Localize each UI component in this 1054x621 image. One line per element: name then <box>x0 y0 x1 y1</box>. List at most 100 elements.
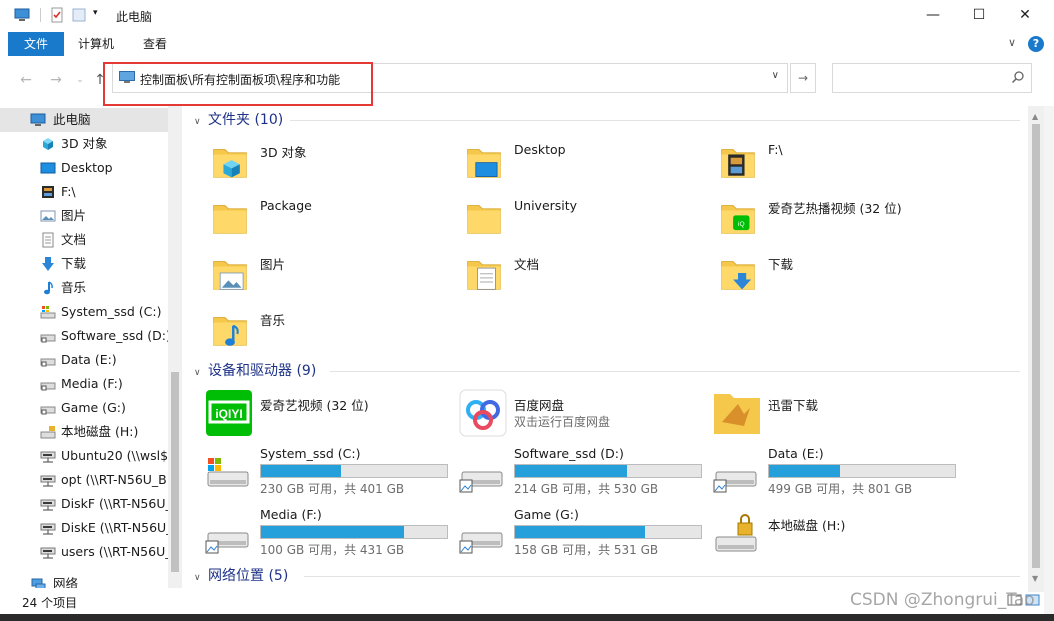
sidebar-item[interactable]: 网络 <box>0 572 168 588</box>
tab-file[interactable]: 文件 <box>8 32 64 56</box>
folder-label: 爱奇艺热播视频 (32 位) <box>768 201 902 216</box>
sidebar-item-label: 此电脑 <box>53 112 91 127</box>
content-scrollbar[interactable]: ▲ ▼ <box>1028 106 1044 592</box>
app-item[interactable]: 百度网盘 双击运行百度网盘 <box>442 388 692 444</box>
scroll-up-icon[interactable]: ▲ <box>1032 112 1038 121</box>
folder-item[interactable]: 3D 对象 <box>188 136 438 188</box>
sidebar-item[interactable]: 文档 <box>0 228 168 252</box>
drive-item[interactable]: Software_ssd (D:) 214 GB 可用，共 530 GB <box>442 446 702 502</box>
close-button[interactable]: ✕ <box>1002 0 1048 32</box>
forward-button[interactable]: → <box>46 70 66 90</box>
sidebar-item[interactable]: 图片 <box>0 204 168 228</box>
sidebar-item[interactable]: System_ssd (C:) <box>0 300 168 324</box>
drive-item[interactable]: 本地磁盘 (H:) <box>696 507 946 563</box>
properties-icon[interactable] <box>49 7 65 23</box>
drive-item[interactable]: Game (G:) 158 GB 可用，共 531 GB <box>442 507 702 563</box>
folder-label: 图片 <box>260 257 286 272</box>
window-title: 此电脑 <box>116 10 153 24</box>
group-folders-title: 文件夹 (10) <box>208 112 284 128</box>
sidebar-scrollbar[interactable] <box>168 106 182 588</box>
tab-computer[interactable]: 计算机 <box>64 32 128 56</box>
network-icon <box>30 576 46 588</box>
sidebar-item[interactable]: F:\ <box>0 180 168 204</box>
drive-item[interactable]: System_ssd (C:) 230 GB 可用，共 401 GB <box>188 446 448 502</box>
drive-item[interactable]: Data (E:) 499 GB 可用，共 801 GB <box>696 446 956 502</box>
drive-usage-fill <box>515 526 646 538</box>
app-item[interactable]: 迅雷下载 <box>696 388 946 444</box>
folder-item[interactable]: 图片 <box>188 248 438 300</box>
sidebar-item[interactable]: Data (E:) <box>0 348 168 372</box>
drive-label: Software_ssd (D:) <box>514 446 624 461</box>
go-button[interactable]: → <box>790 63 816 93</box>
drive-usage-bar <box>514 525 702 539</box>
content-scroll-thumb[interactable] <box>1032 124 1040 568</box>
tab-view[interactable]: 查看 <box>129 32 181 56</box>
folder-item[interactable]: 文档 <box>442 248 692 300</box>
computer-icon[interactable] <box>14 7 30 23</box>
quick-access-dropdown[interactable]: ▾ <box>93 8 98 18</box>
drive-label: System_ssd (C:) <box>260 446 361 461</box>
sidebar-item[interactable]: 音乐 <box>0 276 168 300</box>
group-network-header[interactable]: ∨ 网络位置 (5) <box>194 564 288 588</box>
drive-space-text: 230 GB 可用，共 401 GB <box>260 482 405 496</box>
folder-item[interactable]: iQ 爱奇艺热播视频 (32 位) <box>696 192 946 244</box>
drive-label: Media (F:) <box>260 507 322 522</box>
search-input[interactable] <box>832 63 1032 93</box>
folder-item[interactable]: Package <box>188 192 438 244</box>
iqiyi-app-icon: iQIYI <box>204 388 254 436</box>
group-devices-header[interactable]: ∨ 设备和驱动器 (9) <box>194 359 316 383</box>
scroll-down-icon[interactable]: ▼ <box>1032 574 1038 583</box>
ribbon-expand-icon[interactable]: ∨ <box>1008 36 1016 49</box>
drive-space-text: 499 GB 可用，共 801 GB <box>768 482 913 496</box>
system-drive-icon <box>40 304 56 320</box>
folder-item[interactable]: Desktop <box>442 136 692 188</box>
sidebar-item[interactable]: DiskE (\\RT-N56U_ <box>0 516 168 540</box>
sidebar-item[interactable]: opt (\\RT-N56U_B1 <box>0 468 168 492</box>
sidebar-item[interactable]: Media (F:) <box>0 372 168 396</box>
back-button[interactable]: ← <box>16 70 36 90</box>
desktop-icon <box>40 160 56 176</box>
chevron-down-icon: ∨ <box>194 573 201 583</box>
drive-space-text: 214 GB 可用，共 530 GB <box>514 482 659 496</box>
sidebar-item[interactable]: 本地磁盘 (H:) <box>0 420 168 444</box>
folder-item[interactable]: F:\ <box>696 136 946 188</box>
sidebar-item[interactable]: Ubuntu20 (\\wsl$) <box>0 444 168 468</box>
recent-locations-dropdown[interactable]: ⌄ <box>70 70 90 90</box>
drive-usage-bar <box>260 464 448 478</box>
sidebar-item[interactable]: 3D 对象 <box>0 132 168 156</box>
sidebar-scroll-thumb[interactable] <box>171 372 179 572</box>
sidebar-item[interactable]: DiskF (\\RT-N56U_ <box>0 492 168 516</box>
folder-item[interactable]: 下载 <box>696 248 946 300</box>
sidebar-item-label: 下载 <box>61 256 87 271</box>
address-dropdown-icon[interactable]: ∨ <box>772 70 779 81</box>
sidebar-item[interactable]: Desktop <box>0 156 168 180</box>
network-drive-icon <box>40 472 56 488</box>
app-item[interactable]: iQIYI 爱奇艺视频 (32 位) <box>188 388 438 444</box>
folder-item[interactable]: University <box>442 192 692 244</box>
minimize-button[interactable]: — <box>910 0 956 32</box>
drive-icon <box>712 450 762 498</box>
sidebar-item-label: 音乐 <box>61 280 87 295</box>
sidebar-item[interactable]: 此电脑 <box>0 108 168 132</box>
maximize-button[interactable]: ☐ <box>956 0 1002 32</box>
sidebar-item[interactable]: 下载 <box>0 252 168 276</box>
drive-label: 本地磁盘 (H:) <box>768 518 846 533</box>
ribbon-tabs: 文件 计算机 查看 ∨ ? <box>0 32 1054 56</box>
drive-item[interactable]: Media (F:) 100 GB 可用，共 431 GB <box>188 507 448 563</box>
sidebar-item[interactable]: users (\\RT-N56U_ <box>0 540 168 564</box>
sidebar-item[interactable]: Game (G:) <box>0 396 168 420</box>
group-network-title: 网络位置 (5) <box>208 568 289 584</box>
new-folder-icon[interactable] <box>71 7 87 23</box>
help-icon[interactable]: ? <box>1028 36 1044 52</box>
sidebar-item-label: 图片 <box>61 208 87 223</box>
sidebar-item[interactable]: Software_ssd (D:) <box>0 324 168 348</box>
drive-usage-bar <box>260 525 448 539</box>
group-folders-header[interactable]: ∨ 文件夹 (10) <box>194 108 283 132</box>
baidu-netdisk-icon <box>458 388 508 437</box>
content-area: ∨ 文件夹 (10) 3D 对象 Desktop F:\ Package Universi… <box>186 106 1028 592</box>
folder-item[interactable]: 音乐 <box>188 304 438 356</box>
folder-label: F:\ <box>768 142 783 157</box>
drive-icon <box>40 400 56 416</box>
locked-drive-icon <box>40 424 56 440</box>
drive-icon <box>458 450 508 498</box>
